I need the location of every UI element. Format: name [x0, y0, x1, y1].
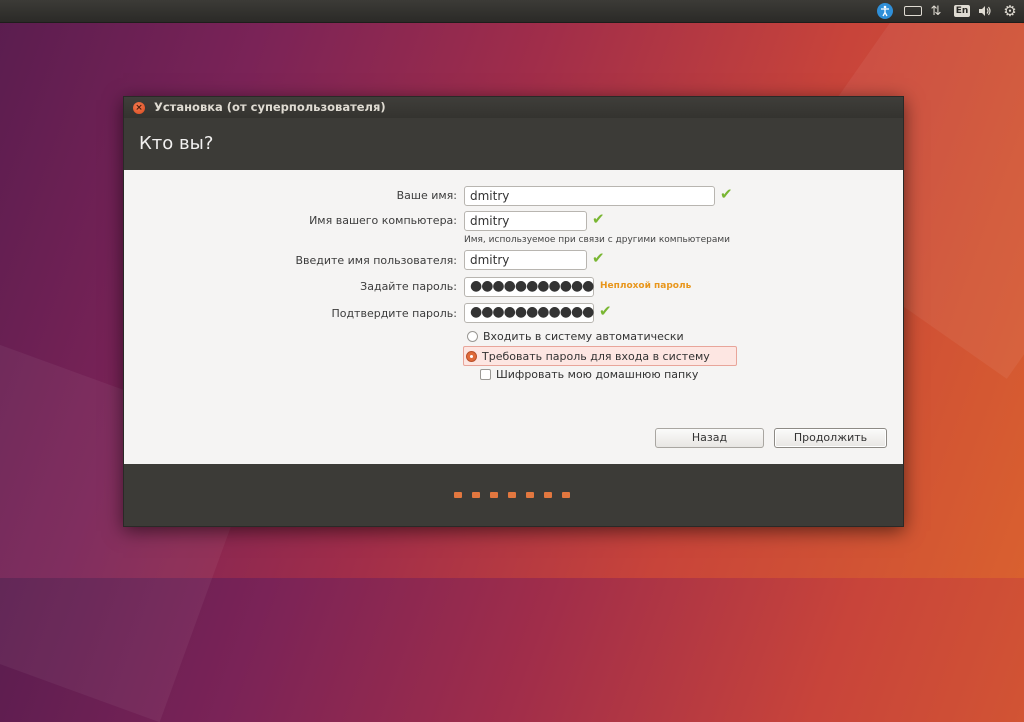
computer-name-hint: Имя, используемое при связи с другими ко… [464, 235, 731, 245]
username-valid-icon: ✔ [592, 249, 605, 267]
username-label: Введите имя пользователя: [295, 254, 457, 267]
password-strength: Неплохой пароль [600, 281, 692, 291]
accessibility-icon[interactable] [876, 0, 894, 22]
top-panel: ⇅ En ⚙ [0, 0, 1024, 23]
require-password-label: Требовать пароль для входа в систему [482, 349, 710, 363]
progress-footer [124, 464, 903, 526]
page-header: Кто вы? [124, 118, 903, 170]
auto-login-option[interactable]: Входить в систему автоматически [465, 327, 686, 345]
progress-dot [526, 492, 534, 498]
password-label: Задайте пароль: [360, 280, 457, 293]
keyboard-layout-label: En [953, 5, 971, 17]
name-field[interactable]: dmitry [464, 186, 715, 206]
encrypt-home-option[interactable]: Шифровать мою домашнюю папку [480, 365, 698, 383]
battery-icon[interactable] [902, 0, 924, 22]
computer-name-label: Имя вашего компьютера: [309, 214, 457, 227]
computer-name-field[interactable]: dmitry [464, 211, 587, 231]
computer-name-valid-icon: ✔ [592, 210, 605, 228]
volume-icon[interactable] [976, 0, 994, 22]
auto-login-label: Входить в систему автоматически [483, 329, 684, 343]
name-valid-icon: ✔ [720, 185, 733, 203]
password-field[interactable]: ●●●●●●●●●●● [464, 277, 594, 297]
progress-dot [472, 492, 480, 498]
username-field[interactable]: dmitry [464, 250, 587, 270]
continue-button[interactable]: Продолжить [774, 428, 887, 448]
gear-icon[interactable]: ⚙ [1000, 0, 1020, 22]
back-button[interactable]: Назад [655, 428, 764, 448]
confirm-password-label: Подтвердите пароль: [331, 307, 457, 320]
progress-dot [508, 492, 516, 498]
progress-dots [454, 492, 570, 498]
network-icon[interactable]: ⇅ [928, 0, 944, 22]
window-titlebar[interactable]: × Установка (от суперпользователя) [124, 97, 903, 118]
encrypt-home-checkbox[interactable] [480, 368, 491, 380]
confirm-password-valid-icon: ✔ [599, 302, 612, 320]
close-icon[interactable]: × [133, 102, 145, 114]
window-title: Установка (от суперпользователя) [154, 100, 386, 114]
name-label: Ваше имя: [396, 189, 457, 202]
require-password-option[interactable]: Требовать пароль для входа в систему [463, 346, 737, 366]
progress-dot [490, 492, 498, 498]
progress-dot [544, 492, 552, 498]
encrypt-home-label: Шифровать мою домашнюю папку [496, 367, 699, 381]
auto-login-radio[interactable] [467, 330, 478, 342]
keyboard-layout-icon[interactable]: En [953, 0, 971, 22]
confirm-password-field[interactable]: ●●●●●●●●●●● [464, 303, 594, 323]
page-title: Кто вы? [139, 133, 214, 154]
progress-dot [454, 492, 462, 498]
require-password-radio[interactable] [466, 350, 477, 362]
progress-dot [562, 492, 570, 498]
installer-window: × Установка (от суперпользователя) Кто в… [123, 96, 904, 527]
